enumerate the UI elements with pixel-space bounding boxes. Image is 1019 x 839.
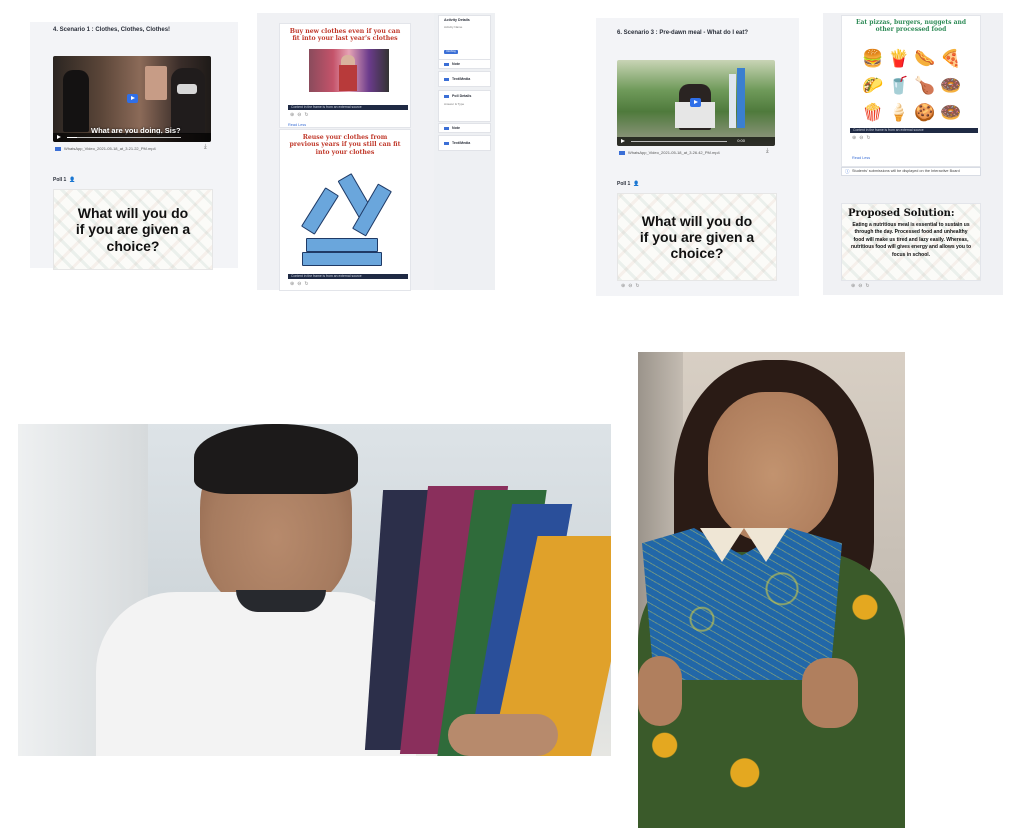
- text-media-label: Text/Media: [452, 77, 471, 81]
- user-icon: 👤: [69, 177, 76, 183]
- zoom-controls[interactable]: ⊕⊖↻: [852, 135, 874, 141]
- play-icon[interactable]: [127, 94, 138, 103]
- video-file-row[interactable]: WhatsApp_Video_2021-05-18_at_3.26.42_PM.…: [619, 150, 720, 155]
- scenario3-panel: 6. Scenario 3 : Pre-dawn meal - What do …: [596, 18, 799, 296]
- zoom-controls[interactable]: ⊕⊖↻: [290, 281, 312, 287]
- note-block-2[interactable]: Note: [438, 123, 491, 133]
- text-media-label-2: Text/Media: [452, 141, 471, 145]
- slide-processed-food: Eat pizzas, burgers, nuggets and other p…: [841, 15, 981, 167]
- read-less-link[interactable]: Read Less: [852, 156, 870, 160]
- food-item: 🍔: [862, 49, 884, 69]
- poll-details-title: Poll Details: [452, 94, 472, 98]
- zoom-controls[interactable]: ⊕⊖↻: [621, 283, 643, 289]
- jeans-illustration: [300, 172, 400, 268]
- food-item: 🍿: [862, 102, 884, 122]
- video-controls[interactable]: [53, 133, 211, 142]
- slide-heading: Buy new clothes even if you can fit into…: [289, 28, 401, 43]
- video-file-name: WhatsApp_Video_2021-05-18_at_3.26.42_PM.…: [628, 150, 720, 155]
- activity-details-title: Activity Details: [444, 18, 470, 22]
- scenario3-video[interactable]: 0:00: [617, 60, 775, 146]
- play-small-icon[interactable]: [57, 135, 61, 139]
- scenario3-slides-panel: Eat pizzas, burgers, nuggets and other p…: [823, 13, 1003, 295]
- zoom-controls[interactable]: ⊕⊖↻: [290, 112, 312, 118]
- poll-question: What will you do if you are given a choi…: [639, 212, 755, 262]
- video-file-icon: [55, 146, 61, 151]
- poll-label-text: Poll 1: [53, 177, 67, 183]
- proposed-title: Proposed Solution:: [848, 208, 955, 219]
- note-label-2: Note: [452, 126, 460, 130]
- poll-label: Poll 1 👤: [617, 181, 640, 187]
- note-icon: [444, 126, 449, 130]
- food-item: 🥤: [888, 75, 910, 95]
- activity-pill[interactable]: Clothing: [444, 50, 458, 54]
- food-item: 🍟: [888, 49, 910, 69]
- scenario1-panel: 4. Scenario 1 : Clothes, Clothes, Clothe…: [30, 22, 238, 270]
- food-item: 🌮: [862, 75, 884, 95]
- play-small-icon[interactable]: [621, 139, 625, 143]
- activity-sidebar: Activity Details Activity Name Clothing …: [434, 13, 495, 290]
- external-source-bar: Content in the frame is from an external…: [288, 105, 408, 110]
- note-block[interactable]: Note: [438, 59, 491, 69]
- text-media-block-2[interactable]: Text/Media: [438, 135, 491, 151]
- slide-reuse: Reuse your clothes from previous years i…: [279, 129, 411, 291]
- food-item: 🍪: [914, 102, 936, 122]
- external-source-bar: Content in the frame is from an external…: [850, 128, 978, 133]
- slide-heading: Reuse your clothes from previous years i…: [289, 134, 401, 156]
- download-icon[interactable]: ⤓: [766, 148, 769, 155]
- video-file-icon: [619, 150, 625, 155]
- poll-label: Poll 1 👤: [53, 177, 76, 183]
- external-source-bar: Content in the frame is from an external…: [288, 274, 408, 279]
- scenario1-slides-panel: Buy new clothes even if you can fit into…: [257, 13, 495, 291]
- text-media-block[interactable]: Text/Media: [438, 71, 491, 87]
- download-icon[interactable]: ⤓: [204, 144, 207, 151]
- submission-notice: Students' submissions will be displayed …: [841, 167, 981, 176]
- slide-heading: Eat pizzas, burgers, nuggets and other p…: [855, 19, 967, 34]
- note-label: Note: [452, 62, 460, 66]
- food-item: 🍗: [914, 75, 936, 95]
- girl-origami-photo: [638, 352, 905, 828]
- read-less-link[interactable]: Read Less: [288, 123, 306, 127]
- poll-details-block[interactable]: Poll Details Answer & Type: [438, 90, 491, 122]
- poll-icon: [444, 94, 449, 98]
- slide-buy-new: Buy new clothes even if you can fit into…: [279, 23, 411, 128]
- video-file-row[interactable]: WhatsApp_Video_2021-05-18_at_3.21.22_PM.…: [55, 146, 156, 151]
- video-time: 0:00: [737, 138, 745, 143]
- food-item: 🌭: [914, 49, 936, 69]
- girl-face: [708, 392, 838, 542]
- food-item: 🍩: [940, 102, 962, 122]
- video-file-name: WhatsApp_Video_2021-05-18_at_3.21.22_PM.…: [64, 146, 156, 151]
- poll-question-card: What will you do if you are given a choi…: [617, 193, 777, 281]
- text-media-icon: [444, 141, 449, 145]
- scenario1-title: 4. Scenario 1 : Clothes, Clothes, Clothe…: [53, 27, 171, 33]
- poll-label-text: Poll 1: [617, 181, 631, 187]
- food-item: 🍕: [940, 49, 962, 69]
- user-icon: 👤: [633, 181, 640, 187]
- activity-details-block[interactable]: Activity Details Activity Name Clothing: [438, 15, 491, 63]
- activity-details-sub: Activity Name: [444, 25, 463, 29]
- video-controls[interactable]: 0:00: [617, 137, 775, 146]
- proposed-body: Eating a nutritious meal is essential to…: [850, 222, 971, 258]
- play-icon[interactable]: [690, 98, 701, 107]
- scenario3-title: 6. Scenario 3 : Pre-dawn meal - What do …: [617, 30, 749, 36]
- clothes-shop-image: [309, 49, 389, 92]
- food-item: 🍩: [940, 75, 962, 95]
- note-icon: [444, 62, 449, 66]
- poll-question-card: What will you do if you are given a choi…: [53, 189, 213, 270]
- boy-origami-photo: [18, 424, 611, 756]
- scenario1-video[interactable]: What are you doing, Sis?: [53, 56, 211, 142]
- origami-shirt: [642, 528, 842, 680]
- text-media-icon: [444, 77, 449, 81]
- poll-details-sub: Answer & Type: [444, 102, 465, 106]
- zoom-controls[interactable]: ⊕⊖↻: [851, 283, 873, 289]
- poll-question: What will you do if you are given a choi…: [75, 205, 191, 254]
- slide-proposed-solution: Proposed Solution: Eating a nutritious m…: [841, 203, 981, 281]
- food-grid: 🍔 🍟 🌭 🍕 🌮 🥤 🍗 🍩 🍿 🍦 🍪 🍩: [860, 46, 964, 126]
- food-item: 🍦: [888, 102, 910, 122]
